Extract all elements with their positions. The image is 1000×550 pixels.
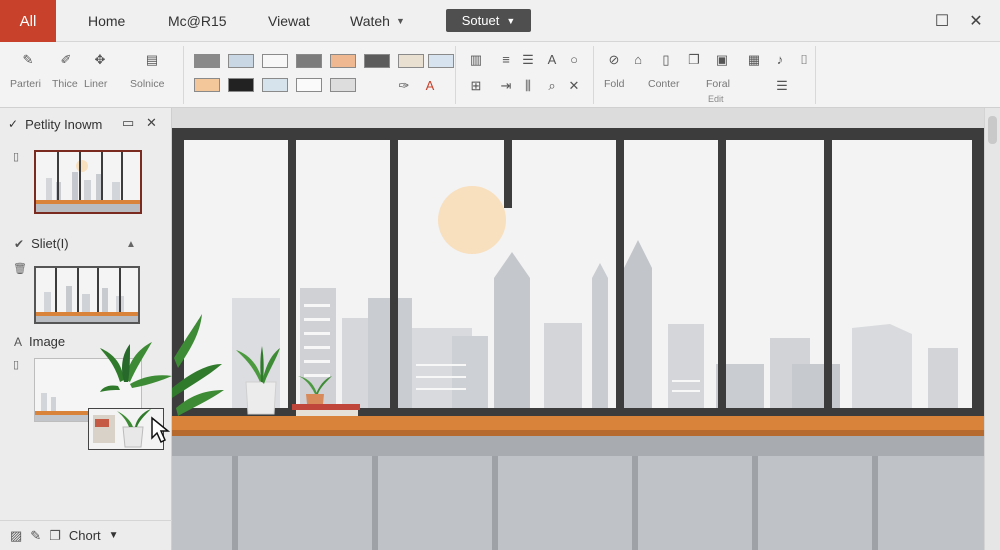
style-swatch-7[interactable] [398, 54, 424, 68]
ribbon-label-parteri[interactable]: Parteri [10, 78, 41, 90]
brush-icon[interactable]: ✎ [20, 52, 36, 68]
ribbon-group-paragraph: ▥ ≡ ☰ A ○ ⊞ ⇥ ⫼ ⌕ ✕ [458, 46, 594, 104]
minimize-panel-icon[interactable]: ▭ [122, 115, 134, 131]
style-swatch-6[interactable] [364, 54, 390, 68]
layout-icon[interactable]: ▤ [144, 52, 160, 68]
plant-image-overlay[interactable] [100, 340, 172, 410]
check-icon: ✓ [8, 117, 19, 131]
style-swatch-2[interactable] [228, 54, 254, 68]
list-icon[interactable]: ☰ [520, 52, 536, 68]
panel-footer: ▨ ✎ ❐ Chort ▼ [0, 520, 172, 550]
app-tab-all[interactable]: All [0, 0, 56, 42]
image-icon[interactable]: ▨ [10, 528, 22, 544]
text-icon[interactable]: A [544, 52, 560, 68]
font-color-icon[interactable]: A [422, 78, 438, 94]
chevron-down-icon: ▼ [506, 15, 516, 26]
style-swatch-12[interactable] [296, 78, 322, 92]
columns-icon[interactable]: ⫼ [520, 78, 536, 94]
cross-icon[interactable]: ✕ [566, 78, 582, 94]
ribbon-label-fold[interactable]: Fold [604, 78, 624, 90]
slide-main-illustration[interactable] [172, 128, 984, 550]
doc-icon[interactable]: ▯ [658, 52, 674, 68]
ribbon-group-caption-edit: Edit [708, 94, 724, 104]
pen-icon[interactable]: ✐ [58, 52, 74, 68]
style-swatch-5[interactable] [330, 54, 356, 68]
bracket-icon[interactable]: ⌷ [796, 52, 812, 68]
maximize-icon[interactable]: ☐ [930, 9, 954, 33]
align-icon[interactable]: ≡ [498, 52, 514, 68]
circle-icon[interactable]: ○ [566, 52, 582, 68]
vertical-scrollbar[interactable] [984, 108, 1000, 550]
ribbon-group-styles: ✑ A [186, 46, 456, 104]
style-swatch-1[interactable] [194, 54, 220, 68]
slide-number-icon: ▯ [13, 151, 20, 163]
ribbon-label-conter[interactable]: Conter [648, 78, 680, 90]
panel-title: ✓ Petlity Inowm [8, 116, 103, 132]
style-swatch-9[interactable] [194, 78, 220, 92]
slide-canvas[interactable] [172, 108, 984, 550]
copy-icon[interactable]: ❐ [49, 528, 61, 544]
chart-icon[interactable]: ▥ [468, 52, 484, 68]
ribbon-label-foral[interactable]: Foral [706, 78, 730, 90]
books-stack [292, 404, 360, 416]
slide-thumbnail-2[interactable] [34, 266, 140, 324]
shelf [172, 416, 984, 430]
ribbon: ✎ ✐ ✥ ▤ Parteri Thice Liner Solnice ✑ A … [0, 42, 1000, 108]
style-swatch-3[interactable] [262, 54, 288, 68]
tag-icon[interactable]: ⌂ [630, 52, 646, 68]
image-icon[interactable]: ▣ [714, 52, 730, 68]
ribbon-group-clipboard: ✎ ✐ ✥ ▤ Parteri Thice Liner Solnice [4, 46, 184, 104]
style-swatch-8[interactable] [428, 54, 454, 68]
chevron-down-icon[interactable]: ▼ [109, 530, 119, 541]
slide-thumbnail-1[interactable] [34, 150, 142, 214]
copy-icon[interactable]: ❐ [686, 52, 702, 68]
style-swatch-4[interactable] [296, 54, 322, 68]
close-panel-icon[interactable]: ✕ [146, 115, 157, 131]
edit-icon[interactable]: ✎ [30, 528, 41, 544]
search-icon[interactable]: ⌕ [544, 78, 560, 94]
ribbon-label-liner[interactable]: Liner [84, 78, 107, 90]
section-image[interactable]: A Image [14, 334, 65, 349]
ribbon-label-solnice[interactable]: Solnice [130, 78, 164, 90]
indent-icon[interactable]: ⇥ [498, 78, 514, 94]
slide-thumbnail-1-preview [36, 152, 140, 212]
table-icon[interactable]: ⊞ [468, 78, 484, 94]
style-swatch-11[interactable] [262, 78, 288, 92]
music-icon[interactable]: ♪ [772, 52, 788, 68]
text-a-icon: A [14, 334, 23, 349]
scrollbar-thumb[interactable] [988, 116, 997, 144]
chevron-up-icon[interactable]: ▲ [126, 239, 136, 250]
sun-shape [438, 186, 506, 254]
slides-panel: ✓ Petlity Inowm ▭ ✕ ▯ ✔ Sliet(I) ▲ 🗑 A I… [0, 108, 172, 550]
slides-icon: ✔ [14, 236, 25, 251]
link-icon[interactable]: ⊘ [606, 52, 622, 68]
shapes-icon[interactable]: ✥ [92, 52, 108, 68]
menu-wateh[interactable]: Wateh ▼ [350, 0, 405, 42]
style-swatch-10[interactable] [228, 78, 254, 92]
menu-home[interactable]: Home [88, 0, 125, 42]
menu-bar: All Home Mc@R15 Viewat Wateh ▼ Sotuet ▼ ☐ … [0, 0, 1000, 42]
image-number-icon: ▯ [13, 359, 20, 371]
menu-mcr15[interactable]: Mc@R15 [168, 0, 227, 42]
menu-viewat[interactable]: Viewat [268, 0, 310, 42]
chart-dropdown[interactable]: Chort [69, 528, 101, 543]
style-swatch-13[interactable] [330, 78, 356, 92]
section-slides[interactable]: ✔ Sliet(I) [14, 236, 69, 251]
chevron-down-icon: ▼ [395, 16, 405, 26]
trash-icon[interactable]: 🗑 [13, 262, 27, 275]
cursor-icon [151, 416, 171, 444]
ribbon-label-thice[interactable]: Thice [52, 78, 78, 90]
close-icon[interactable]: ✕ [964, 9, 988, 33]
sotuet-dropdown[interactable]: Sotuet ▼ [446, 9, 531, 32]
list-icon[interactable]: ☰ [774, 78, 790, 94]
slide-icon[interactable]: ▦ [746, 52, 762, 68]
slide-thumbnail-2-preview [36, 268, 138, 322]
ribbon-group-edit: ⊘ ⌂ ▯ ❐ ▣ ▦ ♪ ⌷ Fold Conter Foral ☰ Edit [596, 46, 816, 104]
brush-icon[interactable]: ✑ [396, 78, 412, 94]
